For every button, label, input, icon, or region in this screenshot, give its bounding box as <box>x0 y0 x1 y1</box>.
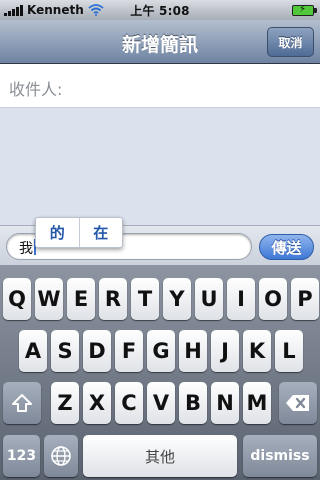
key-m[interactable]: M <box>243 382 271 424</box>
key-x[interactable]: X <box>83 382 111 424</box>
keyboard: Q W E R T Y U I O P A S D F G H J K L Z … <box>0 265 320 480</box>
key-f[interactable]: F <box>115 330 143 372</box>
key-b[interactable]: B <box>179 382 207 424</box>
key-k[interactable]: K <box>243 330 271 372</box>
candidate-bar: 的 在 <box>35 217 123 248</box>
send-button[interactable]: 傳送 <box>259 234 314 260</box>
key-t[interactable]: T <box>131 278 159 320</box>
key-g[interactable]: G <box>147 330 175 372</box>
globe-key[interactable] <box>44 435 78 477</box>
key-j[interactable]: J <box>211 330 239 372</box>
status-bar: Kenneth 上午 5:08 ⚡ <box>0 0 320 20</box>
key-z[interactable]: Z <box>51 382 79 424</box>
key-u[interactable]: U <box>195 278 223 320</box>
globe-icon <box>51 446 71 466</box>
space-key[interactable]: 其他 <box>83 435 237 477</box>
key-e[interactable]: E <box>67 278 95 320</box>
recipient-field[interactable]: 收件人: <box>0 64 320 108</box>
wifi-icon <box>88 4 104 16</box>
key-w[interactable]: W <box>35 278 63 320</box>
numbers-key[interactable]: 123 <box>3 435 40 477</box>
signal-strength-icon <box>4 4 23 16</box>
key-h[interactable]: H <box>179 330 207 372</box>
nav-bar: 新增簡訊 取消 <box>0 20 320 64</box>
status-left: Kenneth <box>4 2 104 18</box>
message-input-text: 我 <box>19 241 33 257</box>
backspace-key[interactable] <box>279 382 317 424</box>
key-i[interactable]: I <box>227 278 255 320</box>
key-d[interactable]: D <box>83 330 111 372</box>
key-s[interactable]: S <box>51 330 79 372</box>
backspace-icon <box>286 395 309 411</box>
shift-arrow-icon <box>12 394 32 412</box>
shift-key[interactable] <box>3 382 41 424</box>
status-time: 上午 5:08 <box>130 3 190 18</box>
key-y[interactable]: Y <box>163 278 191 320</box>
key-a[interactable]: A <box>19 330 47 372</box>
battery-icon: ⚡ <box>292 4 317 16</box>
cancel-button[interactable]: 取消 <box>267 27 314 57</box>
candidate-option[interactable]: 的 <box>36 218 79 247</box>
key-q[interactable]: Q <box>3 278 31 320</box>
key-l[interactable]: L <box>275 330 303 372</box>
message-thread-area <box>0 108 320 225</box>
dismiss-key[interactable]: dismiss <box>243 435 317 477</box>
key-c[interactable]: C <box>115 382 143 424</box>
key-n[interactable]: N <box>211 382 239 424</box>
key-p[interactable]: P <box>291 278 319 320</box>
key-r[interactable]: R <box>99 278 127 320</box>
recipient-label: 收件人: <box>9 80 63 99</box>
key-o[interactable]: O <box>259 278 287 320</box>
key-v[interactable]: V <box>147 382 175 424</box>
carrier-name: Kenneth <box>27 3 84 17</box>
candidate-option[interactable]: 在 <box>78 218 123 247</box>
charging-bolt-icon: ⚡ <box>299 4 307 15</box>
